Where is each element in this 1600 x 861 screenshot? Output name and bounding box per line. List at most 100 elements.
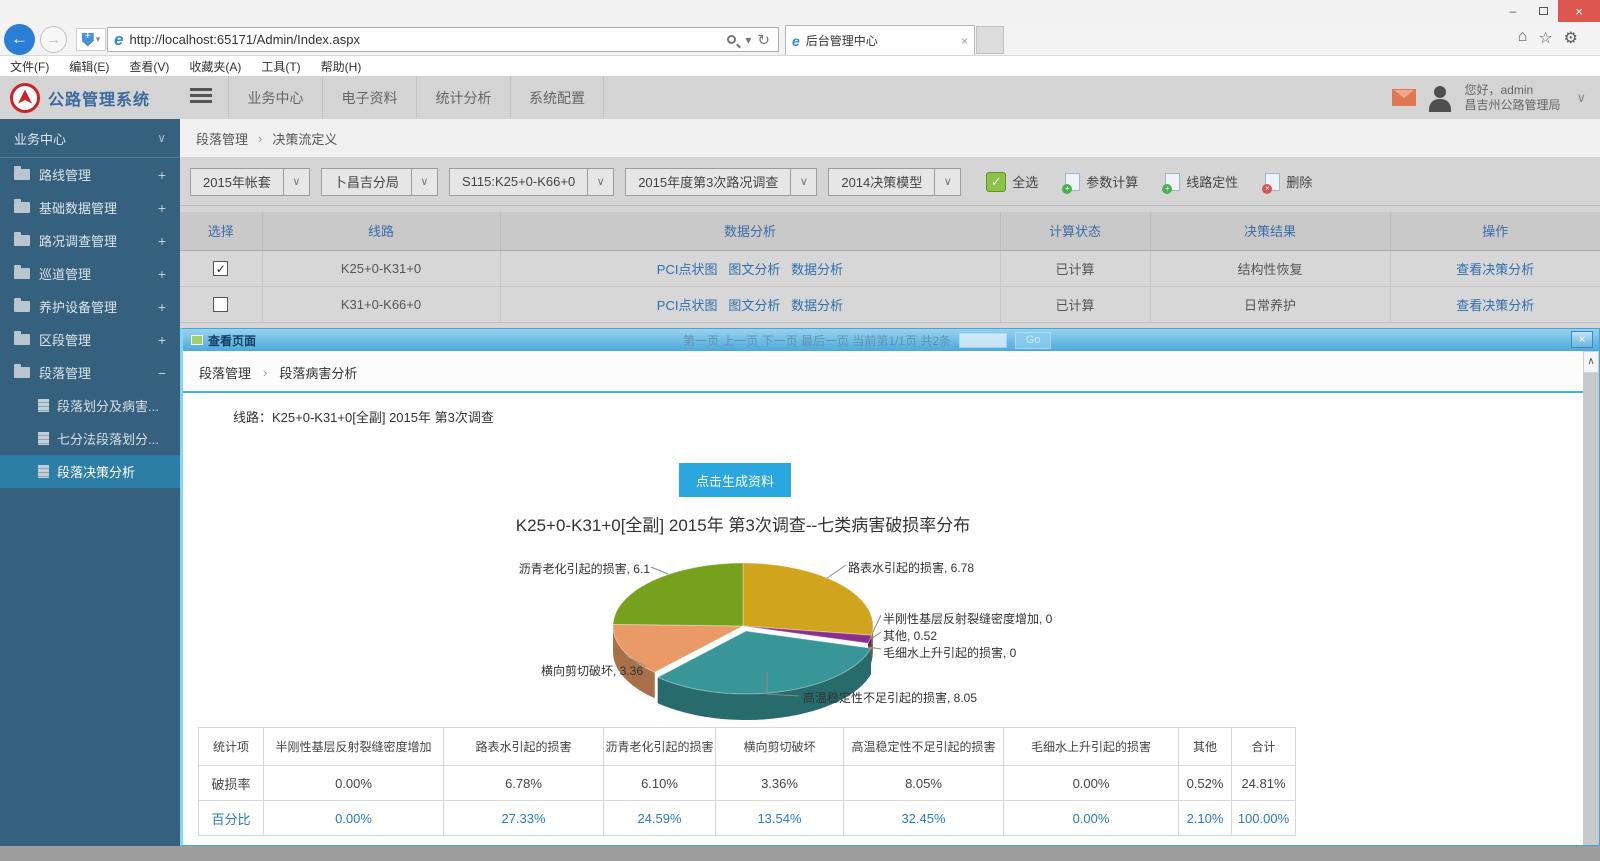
topnav-business-center[interactable]: 业务中心 [228,76,322,119]
refresh-icon[interactable]: ↻ [757,31,770,49]
dropdown-road-section[interactable]: S115:K25+0-K66+0∨ [449,168,614,196]
sidebar-item-section-mgmt[interactable]: 区段管理+ [0,323,180,356]
row-checkbox[interactable]: ✓ [213,261,228,276]
address-bar[interactable]: e http://localhost:65171/Admin/Index.asp… [107,27,779,52]
select-all-button[interactable]: ✓全选 [978,167,1046,197]
line-qualitative-button[interactable]: +线路定性 [1157,167,1246,197]
pci-point-map-link[interactable]: PCI点状图 [657,262,718,277]
topnav-system-config[interactable]: 系统配置 [510,76,604,119]
stats-col-high-temp: 高温稳定性不足引起的损害 [844,728,1004,766]
sidebar-subitem-paragraph-disease[interactable]: 段落划分及病害... [0,389,180,422]
page-number-input[interactable] [959,333,1007,348]
menu-help[interactable]: 帮助(H) [321,58,362,75]
user-greeting: 您好，admin [1464,83,1560,98]
expand-icon[interactable]: + [158,233,166,249]
folder-icon [14,367,30,378]
sidebar-item-maintenance-equipment[interactable]: 养护设备管理+ [0,290,180,323]
favorites-star-icon[interactable]: ☆ [1538,28,1552,48]
data-analysis-link[interactable]: 数据分析 [791,262,843,277]
menu-edit[interactable]: 编辑(E) [69,58,109,75]
expand-icon[interactable]: + [158,332,166,348]
breadcrumb-separator-icon: › [263,365,267,380]
expand-icon[interactable]: + [158,167,166,183]
forward-button[interactable]: → [40,26,67,53]
hamburger-menu-icon[interactable] [190,88,212,106]
row-checkbox[interactable] [213,297,228,312]
go-button[interactable]: Go [1015,332,1051,349]
sidebar-item-patrol[interactable]: 巡道管理+ [0,257,180,290]
compat-view-button[interactable]: ▾ [76,28,106,51]
sidebar-item-road-survey[interactable]: 路况调查管理+ [0,224,180,257]
modal-scrollbar[interactable]: ∧ [1583,351,1599,845]
dropdown-survey[interactable]: 2015年度第3次路况调查∨ [625,168,817,196]
folder-icon [14,235,30,246]
graphic-analysis-link[interactable]: 图文分析 [728,298,780,313]
restore-button[interactable] [1528,0,1558,22]
sidebar-subitem-decision-analysis[interactable]: 段落决策分析 [0,455,180,488]
graphic-analysis-link[interactable]: 图文分析 [728,262,780,277]
menu-favorites[interactable]: 收藏夹(A) [189,58,241,75]
user-menu-chevron-icon[interactable]: ∨ [1576,90,1586,106]
modal-titlebar[interactable]: 查看页面 第一页 上一页 下一页 最后一页 当前第1/1页 共2条 Go [183,329,1599,351]
sidebar-header[interactable]: 业务中心 ∨ [0,119,180,158]
new-tab-button[interactable] [976,26,1004,54]
expand-icon[interactable]: + [158,299,166,315]
sidebar-subitem-seven-method[interactable]: 七分法段落划分... [0,422,180,455]
back-button[interactable]: ← [4,24,35,55]
url-text[interactable]: http://localhost:65171/Admin/Index.aspx [129,32,727,47]
browser-tab[interactable]: e 后台管理中心 × [785,25,975,55]
sidebar-item-route-mgmt[interactable]: 路线管理+ [0,158,180,191]
scroll-up-icon[interactable]: ∧ [1583,351,1599,373]
folder-icon [14,301,30,312]
caret-down-icon[interactable]: ▾ [745,33,751,47]
document-icon [38,465,49,478]
expand-icon[interactable]: + [158,266,166,282]
sidebar-item-basic-data[interactable]: 基础数据管理+ [0,191,180,224]
modal-close-button[interactable]: × [1571,331,1593,348]
app-title: 公路管理系统 [48,86,150,110]
chevron-down-icon: ∨ [790,169,816,195]
mail-icon[interactable] [1392,89,1416,106]
generate-data-button[interactable]: 点击生成资料 [679,463,791,497]
browser-menubar: 文件(F) 编辑(E) 查看(V) 收藏夹(A) 工具(T) 帮助(H) [0,56,1600,76]
modal-breadcrumb-section[interactable]: 段落管理 [199,363,251,382]
view-decision-link[interactable]: 查看决策分析 [1456,298,1534,313]
tab-close-icon[interactable]: × [961,34,968,48]
search-icon[interactable] [727,35,736,44]
folder-icon [14,268,30,279]
col-data-analysis: 数据分析 [500,212,1000,250]
stats-col-item: 统计项 [199,728,264,766]
pagination: 第一页 上一页 下一页 最后一页 当前第1/1页 共2条 Go [683,332,1051,349]
dropdown-decision-model[interactable]: 2014决策模型∨ [828,168,961,196]
pie-label-asphalt-aging: 沥青老化引起的损害, 6.1 [483,560,650,577]
view-page-modal: 查看页面 第一页 上一页 下一页 最后一页 当前第1/1页 共2条 Go × 段… [180,328,1600,846]
pagination-text[interactable]: 第一页 上一页 下一页 最后一页 当前第1/1页 共2条 [683,332,951,349]
delete-button[interactable]: ×删除 [1257,167,1320,197]
pci-point-map-link[interactable]: PCI点状图 [657,298,718,313]
breadcrumb-section[interactable]: 段落管理 [196,129,248,148]
toolbar: 2015年帐套∨ 卜昌吉分局∨ S115:K25+0-K66+0∨ 2015年度… [180,158,1600,206]
modal-breadcrumb: 段落管理 › 段落病害分析 [183,353,1587,393]
menu-view[interactable]: 查看(V) [129,58,169,75]
settings-gear-icon[interactable]: ⚙ [1564,28,1578,48]
menu-file[interactable]: 文件(F) [10,58,49,75]
window-icon [191,335,203,345]
menu-tools[interactable]: 工具(T) [261,58,300,75]
dropdown-account-year[interactable]: 2015年帐套∨ [190,168,310,196]
close-window-button[interactable]: × [1558,0,1600,22]
dropdown-branch[interactable]: 卜昌吉分局∨ [321,168,438,196]
minimize-button[interactable]: – [1498,0,1528,22]
home-icon[interactable]: ⌂ [1518,28,1528,48]
data-analysis-link[interactable]: 数据分析 [791,298,843,313]
topnav-electronic-data[interactable]: 电子资料 [322,76,416,119]
col-select: 选择 [180,212,262,250]
user-avatar[interactable] [1426,84,1454,112]
topnav-statistics[interactable]: 统计分析 [416,76,510,119]
parameter-calc-button[interactable]: +参数计算 [1057,167,1146,197]
collapse-icon[interactable]: − [158,365,166,381]
expand-icon[interactable]: + [158,200,166,216]
tab-favicon: e [792,34,800,48]
view-decision-link[interactable]: 查看决策分析 [1456,262,1534,277]
sidebar-item-paragraph-mgmt[interactable]: 段落管理− [0,356,180,389]
document-icon [38,399,49,412]
